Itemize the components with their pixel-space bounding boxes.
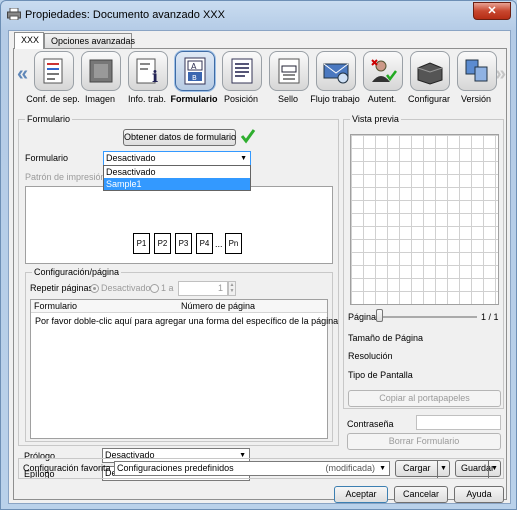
window-title: Propiedades: Documento avanzado XXX xyxy=(25,9,225,21)
page-slider-thumb[interactable] xyxy=(376,309,383,322)
tab-panel: « » Conf. de sep. Imagen i Info. trab. A… xyxy=(13,48,507,503)
page-size-label: Tamaño de Página xyxy=(348,333,424,343)
page-p4: P4 xyxy=(196,233,213,254)
page-count: 1 / 1 xyxy=(481,312,499,322)
repeat-range-label: 1 a xyxy=(161,283,174,293)
resolution-label: Resolución xyxy=(348,351,393,361)
print-pattern-area: P1 P2 P3 P4 ... Pn xyxy=(25,186,333,264)
close-button[interactable]: ✕ xyxy=(473,2,511,20)
help-button[interactable]: Ayuda xyxy=(454,486,504,503)
tool-label: Versión xyxy=(460,94,492,104)
repeat-range-radio[interactable] xyxy=(150,284,159,293)
chevron-down-icon: ▼ xyxy=(240,155,247,162)
password-label: Contraseña xyxy=(347,419,394,429)
load-label: Cargar xyxy=(403,463,431,473)
screen-type-label: Tipo de Pantalla xyxy=(348,370,413,380)
checkmark-icon xyxy=(240,129,256,144)
properties-window: Propiedades: Documento avanzado XXX ✕ XX… xyxy=(0,0,517,510)
table-hint: Por favor doble-clic aquí para agregar u… xyxy=(35,316,339,326)
save-button[interactable]: Guardar ▼ xyxy=(455,460,501,478)
page-pn: Pn xyxy=(225,233,242,254)
form-label: Formulario xyxy=(25,153,69,163)
printer-icon xyxy=(7,8,21,20)
page-p1: P1 xyxy=(133,233,150,254)
title-bar[interactable]: Propiedades: Documento avanzado XXX ✕ xyxy=(1,1,516,29)
favorites-bar: Configuración favorita Configuraciones p… xyxy=(18,458,504,479)
workflow-icon xyxy=(316,51,356,91)
svg-text:A: A xyxy=(191,62,197,71)
page-p2: P2 xyxy=(154,233,171,254)
dropdown-option-sample1[interactable]: Sample1 xyxy=(104,178,250,190)
preview-title: Vista previa xyxy=(350,114,401,124)
password-input[interactable] xyxy=(416,415,501,430)
table-header: Formulario Número de página xyxy=(31,300,327,313)
chevron-down-icon: ▼ xyxy=(379,465,386,472)
cancel-button[interactable]: Cancelar xyxy=(394,486,448,503)
authentication-icon xyxy=(363,51,403,91)
job-info-icon: i xyxy=(128,51,168,91)
dropdown-option-off[interactable]: Desactivado xyxy=(104,166,250,178)
dialog-body: XXX Opciones avanzadas « » Conf. de sep. xyxy=(8,30,511,504)
repeat-range-input[interactable]: 1 xyxy=(178,281,228,296)
favorites-modified: (modificada) xyxy=(325,463,375,473)
repeat-off-radio[interactable] xyxy=(90,284,99,293)
position-icon xyxy=(222,51,262,91)
repeat-pages-label: Repetir páginas xyxy=(30,283,94,293)
load-button[interactable]: Cargar ▼ xyxy=(395,460,450,478)
feature-toolbar: « » Conf. de sep. Imagen i Info. trab. A… xyxy=(14,49,506,113)
scroll-left-icon[interactable]: « xyxy=(17,63,28,86)
tab-advanced-options[interactable]: Opciones avanzadas xyxy=(44,33,135,49)
form-group-title: Formulario xyxy=(25,114,73,124)
svg-text:B: B xyxy=(192,74,197,82)
preview-group: Vista previa Página 1 / 1 Tamaño de Pági… xyxy=(343,114,504,409)
form-overlay-icon: AB xyxy=(175,51,215,91)
page-p3: P3 xyxy=(175,233,192,254)
column-page-number[interactable]: Número de página xyxy=(181,301,255,311)
config-page-group: Configuración/página Repetir páginas Des… xyxy=(25,267,338,442)
favorites-select[interactable]: Configuraciones predefinidos (modificada… xyxy=(114,461,390,476)
copy-clipboard-button[interactable]: Copiar al portapapeles xyxy=(348,390,501,407)
delete-form-button[interactable]: Borrar Formulario xyxy=(347,433,501,450)
form-select[interactable]: Desactivado ▼ xyxy=(103,151,251,166)
tab-xxx[interactable]: XXX xyxy=(14,32,44,49)
page-ellipsis: ... xyxy=(215,239,223,249)
version-icon xyxy=(457,51,497,91)
configure-icon xyxy=(410,51,450,91)
ok-button[interactable]: Aceptar xyxy=(334,486,388,503)
get-form-data-button[interactable]: Obtener datos de formulario xyxy=(123,129,236,146)
preview-canvas xyxy=(350,134,499,305)
tool-version[interactable]: Versión xyxy=(451,51,501,111)
page-label: Página xyxy=(348,312,377,322)
column-form[interactable]: Formulario xyxy=(34,301,77,311)
page-form-table[interactable]: Formulario Número de página Por favor do… xyxy=(30,299,338,439)
chevron-down-icon[interactable]: ▼ xyxy=(488,461,500,478)
form-group: Formulario Obtener datos de formulario F… xyxy=(18,114,339,446)
print-pattern-label: Patrón de impresión xyxy=(25,172,106,182)
page-slider-track[interactable] xyxy=(382,316,477,318)
separator-settings-icon xyxy=(34,51,74,91)
config-page-title: Configuración/página xyxy=(32,267,122,277)
image-icon xyxy=(81,51,121,91)
stamp-icon xyxy=(269,51,309,91)
form-select-value: Desactivado xyxy=(106,153,156,163)
form-dropdown-list: Desactivado Sample1 xyxy=(103,165,251,191)
favorites-label: Configuración favorita xyxy=(23,463,111,473)
favorites-value: Configuraciones predefinidos xyxy=(117,463,234,473)
repeat-off-label: Desactivado xyxy=(101,283,151,293)
range-spinner[interactable]: ▲ ▼ xyxy=(228,281,236,296)
chevron-down-icon[interactable]: ▼ xyxy=(437,461,449,478)
svg-text:i: i xyxy=(152,67,158,86)
